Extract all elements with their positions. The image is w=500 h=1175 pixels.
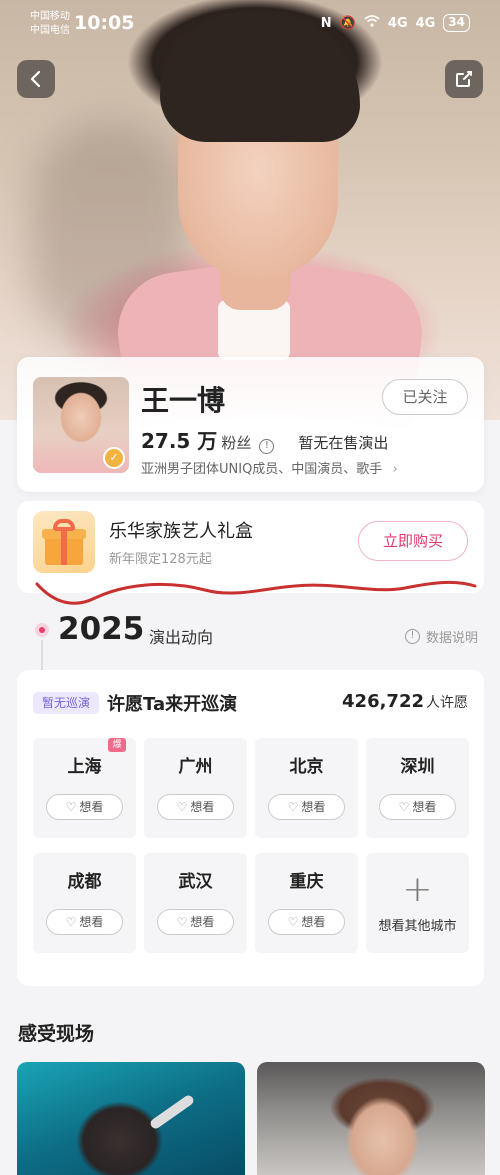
timeline-dot: [35, 623, 49, 637]
more-cities-label: 想看其他城市: [378, 919, 457, 934]
artist-info-card: ✓ 王一博 已关注 27.5 万 粉丝 ! 暂无在售演出 亚洲男子团体UNIQ成…: [17, 357, 484, 492]
fans-row: 27.5 万 粉丝 ! 暂无在售演出: [141, 425, 388, 454]
city-name: 成都: [67, 872, 102, 892]
artist-tags[interactable]: 亚洲男子团体UNIQ成员、中国演员、歌手 ›: [141, 458, 398, 477]
data-note-link[interactable]: ! 数据说明: [404, 627, 478, 646]
want-to-see-button[interactable]: ♡ 想看: [46, 909, 123, 935]
wish-count: 426,722 人许愿: [342, 691, 468, 712]
status-time: 10:05: [74, 12, 135, 34]
tour-title: 许愿Ta来开巡演: [107, 694, 238, 715]
heart-plus-icon: ♡: [176, 800, 188, 814]
city-card-wuhan[interactable]: 武汉 ♡ 想看: [144, 853, 247, 953]
heart-plus-icon: ♡: [287, 800, 299, 814]
avatar[interactable]: ✓: [33, 377, 129, 473]
city-card-chongqing[interactable]: 重庆 ♡ 想看: [255, 853, 358, 953]
buy-now-button[interactable]: 立即购买: [358, 521, 468, 561]
artist-name: 王一博: [141, 384, 226, 417]
fans-label: 粉丝: [221, 434, 252, 452]
heart-plus-icon: ♡: [65, 800, 77, 814]
signal-1-icon: 4G: [387, 15, 408, 31]
heart-plus-icon: ♡: [176, 915, 188, 929]
city-name: 上海: [67, 757, 102, 777]
status-icons: N 🔕 4G 4G 34: [321, 14, 470, 32]
want-to-see-button[interactable]: ♡ 想看: [268, 794, 345, 820]
want-to-see-button[interactable]: ♡ 想看: [46, 794, 123, 820]
city-name: 广州: [178, 757, 213, 777]
chevron-left-icon: [30, 70, 41, 88]
live-photo-2[interactable]: [257, 1062, 485, 1175]
wifi-icon: [364, 15, 380, 31]
share-icon: [456, 71, 472, 87]
live-photo-1[interactable]: [17, 1062, 245, 1175]
wish-tour-card: 暂无巡演 许愿Ta来开巡演 426,722 人许愿 爆 上海 ♡ 想看 广州 ♡ 想…: [17, 670, 484, 986]
heart-plus-icon: ♡: [65, 915, 77, 929]
info-icon: !: [404, 629, 420, 644]
nfc-icon: N: [320, 15, 332, 31]
city-name: 深圳: [400, 757, 435, 777]
city-card-chengdu[interactable]: 成都 ♡ 想看: [33, 853, 136, 953]
microphone-shape: [148, 1093, 196, 1131]
city-card-shenzhen[interactable]: 深圳 ♡ 想看: [366, 738, 469, 838]
gift-box-icon: [33, 511, 95, 573]
battery-icon: 34: [443, 14, 470, 32]
live-section-title: 感受现场: [18, 1023, 95, 1045]
carrier-labels: 中国移动 中国电信: [30, 11, 70, 36]
status-bar: 中国移动 中国电信 10:05 N 🔕 4G 4G 34: [0, 0, 500, 48]
share-button[interactable]: [445, 60, 483, 98]
year-heading: 2025: [58, 611, 145, 647]
city-name: 武汉: [178, 872, 213, 892]
more-cities-button[interactable]: + 想看其他城市: [366, 853, 469, 953]
red-annotation-line: [35, 580, 477, 605]
back-button[interactable]: [17, 60, 55, 98]
year-label: 演出动向: [149, 628, 214, 647]
chevron-right-icon: ›: [392, 462, 398, 477]
verified-badge-icon: ✓: [103, 447, 125, 469]
timeline-line: [41, 640, 43, 670]
city-card-shanghai[interactable]: 爆 上海 ♡ 想看: [33, 738, 136, 838]
city-name: 北京: [289, 757, 324, 777]
heart-plus-icon: ♡: [287, 915, 299, 929]
follow-button[interactable]: 已关注: [382, 379, 468, 415]
want-to-see-button[interactable]: ♡ 想看: [379, 794, 456, 820]
sale-status: 暂无在售演出: [298, 434, 389, 452]
want-to-see-button[interactable]: ♡ 想看: [157, 909, 234, 935]
city-card-beijing[interactable]: 北京 ♡ 想看: [255, 738, 358, 838]
hot-badge: 爆: [108, 738, 126, 752]
gift-title: 乐华家族艺人礼盒: [109, 521, 253, 542]
mute-icon: 🔕: [339, 15, 356, 31]
city-card-guangzhou[interactable]: 广州 ♡ 想看: [144, 738, 247, 838]
info-icon[interactable]: !: [259, 439, 275, 454]
signal-2-icon: 4G: [415, 15, 436, 31]
want-to-see-button[interactable]: ♡ 想看: [157, 794, 234, 820]
plus-icon: +: [402, 869, 433, 910]
city-name: 重庆: [289, 872, 324, 892]
fans-count: 27.5 万: [141, 429, 218, 453]
heart-plus-icon: ♡: [398, 800, 410, 814]
gift-subtitle: 新年限定128元起: [109, 552, 212, 567]
want-to-see-button[interactable]: ♡ 想看: [268, 909, 345, 935]
tour-status-badge: 暂无巡演: [33, 692, 99, 714]
